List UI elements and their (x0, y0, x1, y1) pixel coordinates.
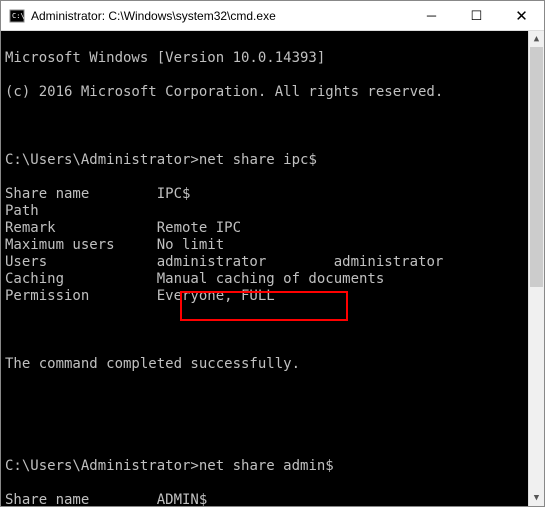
output-row: Maximum users No limit (5, 237, 540, 254)
row-value: ADMIN$ (157, 492, 208, 506)
close-button[interactable]: ✕ (499, 1, 544, 30)
row-value: Remote IPC (157, 220, 241, 236)
status-line: The command completed successfully. (5, 356, 540, 373)
command-text: net share admin$ (199, 458, 334, 474)
command-text: net share ipc$ (199, 152, 317, 168)
cmd-icon: C:\ (9, 8, 25, 24)
minimize-button[interactable]: ─ (409, 1, 454, 30)
row-label: Users (5, 254, 157, 270)
row-label: Caching (5, 271, 157, 287)
row-label: Path (5, 203, 157, 219)
row-label: Permission (5, 288, 157, 304)
titlebar[interactable]: C:\ Administrator: C:\Windows\system32\c… (1, 1, 544, 31)
output-row: Users administrator administrator (5, 254, 540, 271)
row-value: IPC$ (157, 186, 191, 202)
scroll-down-icon[interactable]: ▼ (529, 490, 544, 506)
output-row: Share name IPC$ (5, 186, 540, 203)
scrollbar-thumb[interactable] (530, 47, 543, 287)
row-label: Share name (5, 186, 157, 202)
terminal-output[interactable]: Microsoft Windows [Version 10.0.14393] (… (1, 31, 544, 506)
prompt: C:\Users\Administrator> (5, 152, 199, 168)
row-label: Remark (5, 220, 157, 236)
scroll-up-icon[interactable]: ▲ (529, 31, 544, 47)
output-row: Permission Everyone, FULL (5, 288, 540, 305)
window-controls: ─ ☐ ✕ (409, 1, 544, 30)
output-row: Path (5, 203, 540, 220)
output-row: Share name ADMIN$ (5, 492, 540, 506)
cmd-window: C:\ Administrator: C:\Windows\system32\c… (0, 0, 545, 507)
row-label: Maximum users (5, 237, 157, 253)
output-row: Caching Manual caching of documents (5, 271, 540, 288)
row-label: Share name (5, 492, 157, 506)
output-row: Remark Remote IPC (5, 220, 540, 237)
scrollbar[interactable]: ▲ ▼ (528, 31, 544, 506)
row-value: Manual caching of documents (157, 271, 385, 287)
row-value: No limit (157, 237, 224, 253)
version-line: Microsoft Windows [Version 10.0.14393] (5, 50, 540, 67)
svg-text:C:\: C:\ (12, 12, 25, 20)
row-value: Everyone, FULL (157, 288, 275, 304)
window-title: Administrator: C:\Windows\system32\cmd.e… (31, 9, 409, 23)
prompt: C:\Users\Administrator> (5, 458, 199, 474)
copyright-line: (c) 2016 Microsoft Corporation. All righ… (5, 84, 540, 101)
maximize-button[interactable]: ☐ (454, 1, 499, 30)
row-value: administrator administrator (157, 254, 444, 270)
